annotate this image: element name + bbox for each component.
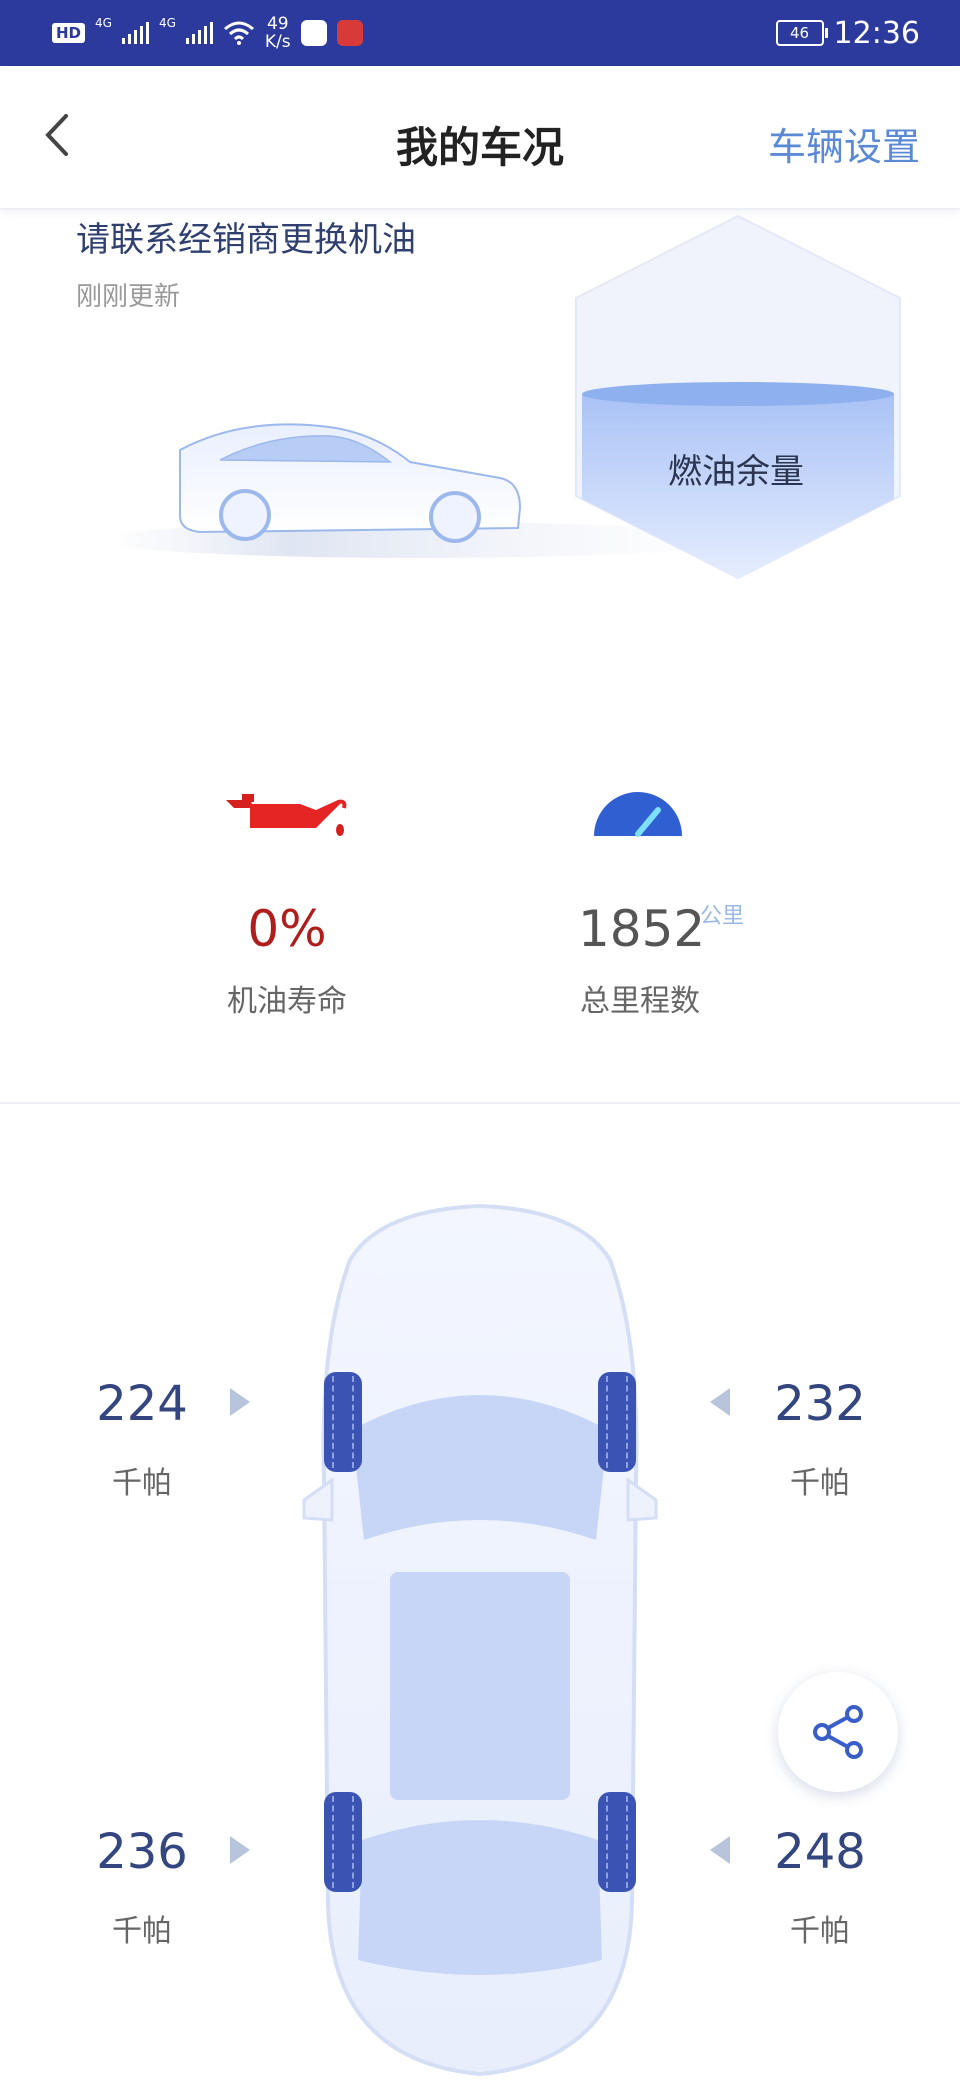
fuel-gauge	[575, 214, 901, 580]
front-right-pressure: 232	[774, 1376, 866, 1432]
arrow-left-icon	[710, 1388, 730, 1416]
status-left: HD 4G 4G 49 K/s	[52, 10, 363, 56]
share-button[interactable]	[778, 1672, 898, 1792]
rear-left-unit: 千帕	[112, 1914, 172, 1949]
odometer-value: 1852	[578, 900, 706, 958]
speedometer-icon	[594, 792, 682, 837]
speed-value: 49	[266, 14, 289, 34]
app-notification-icon	[300, 20, 327, 46]
vehicle-settings-button[interactable]: 车辆设置	[768, 116, 920, 171]
arrow-right-icon	[230, 1836, 250, 1864]
status-bar: HD 4G 4G 49 K/s 46 12:36	[0, 0, 960, 66]
wifi-icon	[223, 21, 254, 45]
oil-life-label: 机油寿命	[227, 984, 347, 1019]
oil-can-icon	[226, 794, 347, 836]
signal-icon	[121, 22, 149, 44]
tire-rear-left	[324, 1792, 362, 1892]
network-speed: 49 K/s	[265, 15, 291, 51]
battery-icon: 46	[775, 20, 828, 46]
tire-front-left	[324, 1372, 362, 1472]
hd-badge: HD	[52, 23, 86, 43]
rear-left-pressure: 236	[96, 1824, 188, 1880]
rear-right-pressure: 248	[774, 1824, 866, 1880]
microphone-icon	[336, 20, 363, 46]
car-side-illustration	[179, 423, 522, 543]
share-icon	[813, 1705, 863, 1759]
oil-life-value: 0%	[247, 900, 327, 958]
signal-icon-2	[185, 22, 213, 44]
section-divider	[0, 1102, 960, 1104]
arrow-left-icon	[710, 1836, 730, 1864]
fuel-label: 燃油余量	[668, 452, 804, 492]
network-type-1: 4G	[95, 16, 112, 30]
front-left-pressure: 224	[96, 1376, 188, 1432]
tire-front-right	[598, 1372, 636, 1472]
alert-title: 请联系经销商更换机油	[76, 220, 416, 260]
nav-bar: 我的车况 车辆设置	[0, 66, 960, 210]
arrow-right-icon	[230, 1388, 250, 1416]
car-top-view	[302, 1203, 658, 2077]
odometer-label: 总里程数	[580, 984, 700, 1019]
update-status: 刚刚更新	[76, 282, 181, 312]
tire-rear-right	[598, 1792, 636, 1892]
clock: 12:36	[833, 15, 920, 51]
rear-right-unit: 千帕	[790, 1914, 850, 1949]
status-right: 46 12:36	[775, 10, 920, 56]
network-type-2: 4G	[158, 16, 176, 30]
speed-unit: K/s	[264, 32, 291, 52]
odometer-unit: 公里	[700, 904, 745, 929]
front-right-unit: 千帕	[790, 1466, 850, 1501]
front-left-unit: 千帕	[112, 1466, 172, 1501]
